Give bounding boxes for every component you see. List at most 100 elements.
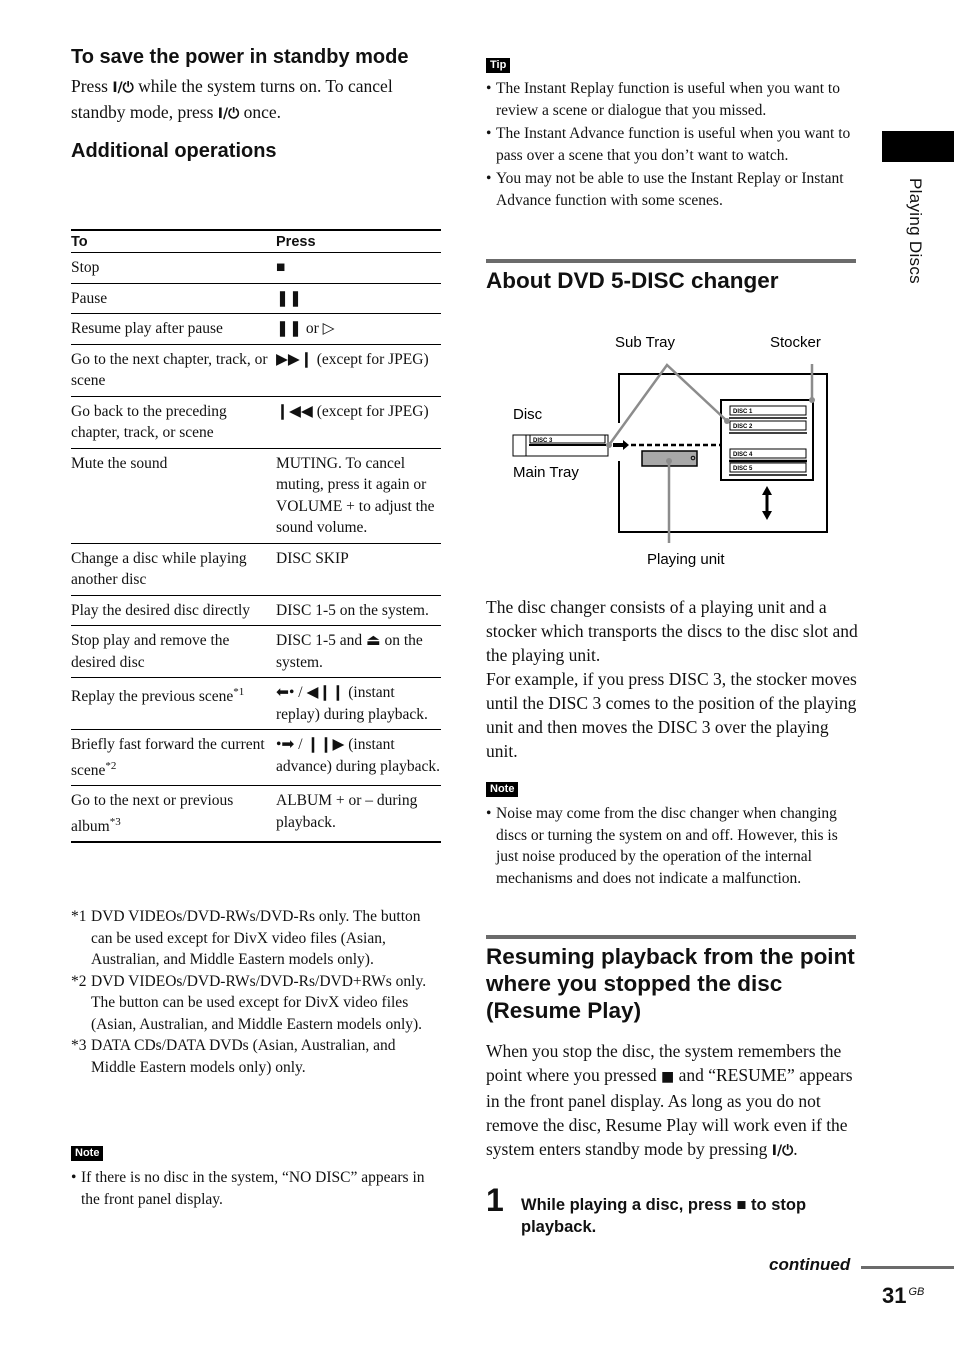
changer-description: The disc changer consists of a playing u… (486, 595, 858, 763)
cell-press: ▶▶❙ (except for JPEG) (276, 344, 441, 397)
footnotes: *1 DVD VIDEOs/DVD-RWs/DVD-Rs only. The bu… (71, 906, 441, 1078)
tip-item: The Instant Replay function is useful wh… (486, 78, 856, 121)
page-number: 31 GB (882, 1283, 925, 1308)
changer-text: The disc changer consists of a playing u… (486, 597, 858, 665)
cell-action: Stop play and remove the desired disc (71, 625, 276, 678)
cell-action: Replay the previous scene*1 (71, 677, 276, 730)
table-row: Resume play after pause ❚❚ or ▷ (71, 313, 441, 345)
left-column: To save the power in standby mode Press … (71, 44, 441, 164)
resume-heading: Resuming playback from the point where y… (486, 944, 855, 1023)
chapter-tab-label: Playing Discs (906, 178, 925, 284)
cell-press: ❚❚ (276, 283, 441, 314)
tip-item: You may not be able to use the Instant R… (486, 168, 856, 211)
section-rule (486, 935, 856, 939)
power-icon: I/⏻ (217, 106, 240, 122)
section-rule (486, 259, 856, 263)
additional-operations-heading: Additional operations (71, 140, 277, 162)
cell-press: ❙◀◀ (except for JPEG) (276, 396, 441, 449)
changer-heading: About DVD 5-DISC changer (486, 268, 779, 293)
table-row: Change a disc while playing another disc… (71, 543, 441, 596)
playing-unit-label: Playing unit (647, 551, 725, 568)
changer-example: For example, if you press DISC 3, the st… (486, 669, 857, 761)
footnote-ref: *1 (233, 686, 245, 698)
cell-action: Resume play after pause (71, 313, 276, 345)
disc-5-label: DISC 5 (733, 466, 753, 472)
main-tray-label: Main Tray (513, 464, 579, 481)
cell-press: ⬅• / ◀❙❙ (instant replay) during playbac… (276, 677, 441, 730)
note-label: Note (71, 1146, 104, 1161)
operations-table: To Press Stop ■ Pause ❚❚ Resume play after p… (71, 229, 441, 844)
disc-3-label: DISC 3 (533, 438, 553, 444)
footnote: *1 DVD VIDEOs/DVD-RWs/DVD-Rs only. The bu… (71, 908, 421, 968)
cell-action: Go back to the preceding chapter, track,… (71, 396, 276, 449)
cell-press: DISC SKIP (276, 543, 441, 596)
resume-paragraph: When you stop the disc, the system remem… (486, 1041, 853, 1159)
cell-action: Pause (71, 283, 276, 314)
sub-tray-label: Sub Tray (615, 334, 676, 351)
note-label: Note (486, 782, 519, 797)
column-header-press: Press (276, 229, 441, 253)
note-item: Noise may come from the disc changer whe… (486, 803, 858, 889)
cell-action: Go to the next chapter, track, or scene (71, 344, 276, 397)
table-row: Go to the next or previous album*3 ALBUM … (71, 785, 441, 844)
footnote-ref: *3 (109, 815, 121, 828)
standby-paragraph: Press I/⏻ while the system turns on. To … (71, 74, 441, 126)
note-item: If there is no disc in the system, “NO D… (71, 1167, 441, 1210)
stop-icon: ■ (736, 1196, 747, 1214)
table-row: Go to the next chapter, track, or scene ▶… (71, 344, 441, 397)
standby-text: Press (71, 76, 113, 96)
table-row: Briefly fast forward the current scene*2… (71, 729, 441, 787)
cell-action: Stop (71, 252, 276, 284)
right-note-list: Noise may come from the disc changer whe… (486, 803, 858, 889)
tip-label: Tip (486, 58, 511, 73)
cell-press: DISC 1-5 and ⏏ on the system. (276, 625, 441, 678)
continued-label: continued (769, 1255, 851, 1274)
cell-press: ■ (276, 252, 441, 284)
table-header-row: To Press (71, 229, 441, 253)
footnote: *3 DATA CDs/DATA DVDs (Asian, Australian,… (71, 1037, 396, 1076)
tip-list: The Instant Replay function is useful wh… (486, 78, 856, 211)
footnote-ref: *2 (105, 759, 117, 772)
tip-item: The Instant Advance function is useful w… (486, 123, 856, 166)
table-row: Stop ■ (71, 252, 441, 284)
column-header-to: To (71, 229, 276, 253)
stop-icon: ■ (660, 1069, 675, 1085)
stocker-label: Stocker (770, 334, 821, 351)
disc-4-label: DISC 4 (733, 452, 753, 458)
operations-table-wrap: To Press Stop ■ Pause ❚❚ Resume play after p… (71, 229, 441, 844)
table-row: Stop play and remove the desired disc DIS… (71, 625, 441, 678)
disc-changer-diagram: DISC 3 DISC 1 DISC 2 DISC 4 DISC 5 Sub T… (512, 334, 828, 568)
step-number: 1 (486, 1182, 504, 1218)
cell-press: •➡ / ❙❙▶ (instant advance) during playba… (276, 729, 441, 787)
standby-heading: To save the power in standby mode (71, 46, 409, 68)
cell-action: Briefly fast forward the current scene*2 (71, 729, 276, 787)
table-row: Go back to the preceding chapter, track,… (71, 396, 441, 449)
right-note: Note Noise may come from the disc change… (486, 779, 858, 889)
left-note: Note If there is no disc in the system, … (71, 1143, 441, 1210)
cell-press: DISC 1-5 on the system. (276, 595, 441, 626)
cell-action: Go to the next or previous album*3 (71, 785, 276, 844)
cell-action: Change a disc while playing another disc (71, 543, 276, 596)
footnote: *2 DVD VIDEOs/DVD-RWs/DVD-Rs/DVD+RWs only… (71, 972, 427, 1033)
continued-rule (861, 1266, 954, 1269)
chapter-tab-marker (882, 131, 954, 162)
cell-press: ❚❚ or ▷ (276, 313, 441, 345)
step-instruction: While playing a disc, press ■ to stop pl… (521, 1196, 807, 1236)
tip-section: Tip The Instant Replay function is usefu… (486, 55, 856, 211)
left-note-list: If there is no disc in the system, “NO D… (71, 1167, 441, 1210)
table-row: Mute the sound MUTING. To cancel muting, … (71, 448, 441, 544)
table-row: Pause ❚❚ (71, 283, 441, 314)
cell-action: Mute the sound (71, 448, 276, 544)
table-row: Replay the previous scene*1 ⬅• / ◀❙❙ (ins… (71, 677, 441, 730)
up-down-arrow-icon (762, 486, 772, 520)
cell-press: MUTING. To cancel muting, press it again… (276, 448, 441, 544)
disc-label: Disc (513, 406, 543, 423)
power-icon: I/⏻ (771, 1143, 794, 1159)
disc-1-label: DISC 1 (733, 409, 753, 415)
cell-press: ALBUM + or – during playback. (276, 785, 441, 844)
cell-action: Play the desired disc directly (71, 595, 276, 626)
disc-2-label: DISC 2 (733, 424, 753, 430)
table-row: Play the desired disc directly DISC 1-5 o… (71, 595, 441, 626)
standby-text: once. (239, 102, 281, 122)
power-icon: I/⏻ (112, 80, 134, 96)
